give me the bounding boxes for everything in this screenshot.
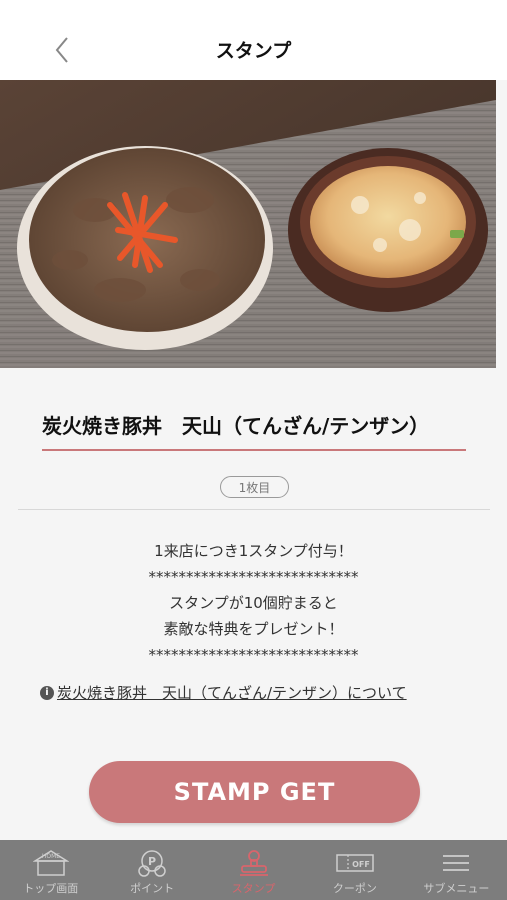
page-title: スタンプ (215, 40, 292, 62)
stamp-get-button[interactable]: STAMP GET (89, 761, 420, 823)
info-line: **************************** (148, 646, 359, 664)
tab-label: ポイント (130, 882, 175, 895)
home-icon: HOME (31, 848, 71, 878)
stamp-icon (234, 848, 274, 878)
tab-label: トップ画面 (23, 882, 79, 895)
header: スタンプ (0, 0, 507, 80)
stamp-count-badge: 1枚目 (220, 476, 289, 498)
about-shop-label: 炭火焼き豚丼 天山（てんざん/テンザン）について (57, 684, 407, 702)
stamp-info: 1来店につき1スタンプ付与！ *************************… (0, 538, 507, 668)
tab-point[interactable]: P ポイント (101, 840, 202, 900)
info-line: 素敵な特典をプレゼント！ (163, 620, 344, 638)
coupon-icon-text: OFF (352, 860, 370, 869)
info-line: **************************** (148, 568, 359, 586)
info-icon: i (40, 685, 54, 700)
shop-name: 炭火焼き豚丼 天山（てんざん/テンザン） (42, 410, 466, 451)
point-icon: P (132, 848, 172, 878)
tab-stamp[interactable]: スタンプ (203, 840, 304, 900)
point-icon-text: P (148, 855, 156, 868)
shop-photo (0, 80, 496, 368)
tab-label: クーポン (332, 882, 377, 895)
info-line: 1来店につき1スタンプ付与！ (154, 542, 353, 560)
tab-top[interactable]: HOME トップ画面 (0, 840, 101, 900)
tab-bar: HOME トップ画面 P ポイント スタンプ OFF クーポン サブメニュー (0, 840, 507, 900)
tab-coupon[interactable]: OFF クーポン (304, 840, 405, 900)
tab-label: スタンプ (231, 882, 276, 895)
divider (18, 509, 490, 510)
tab-label: サブメニュー (423, 882, 490, 895)
tab-submenu[interactable]: サブメニュー (406, 840, 507, 900)
about-shop-link[interactable]: i 炭火焼き豚丼 天山（てんざん/テンザン）について (40, 682, 480, 703)
coupon-icon: OFF (335, 848, 375, 878)
home-icon-text: HOME (42, 853, 60, 860)
menu-icon (436, 848, 476, 878)
info-line: スタンプが10個貯まると (169, 594, 338, 612)
